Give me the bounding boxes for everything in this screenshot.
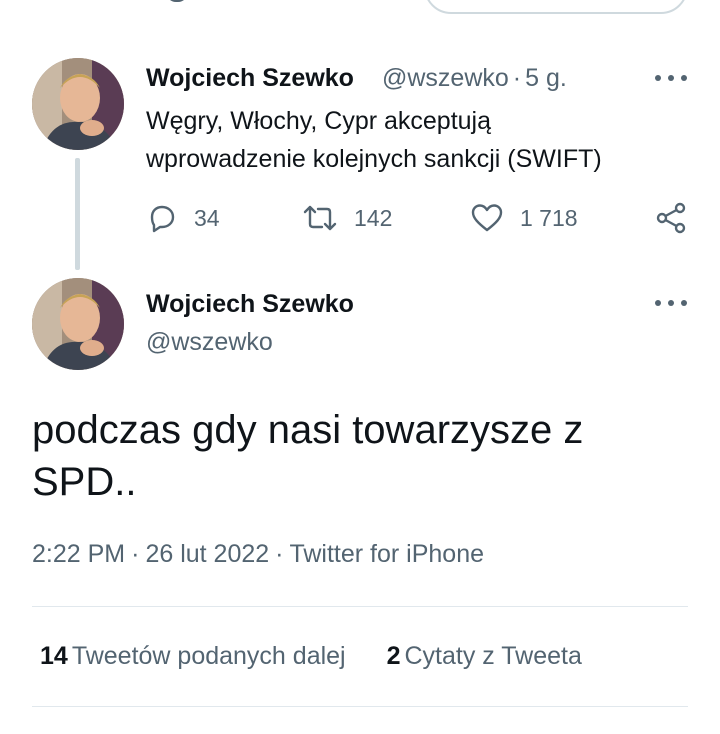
tweet-text-line: Węgry, Włochy, Cypr akceptują (146, 107, 492, 135)
tweet-time[interactable]: 5 g. (525, 64, 567, 92)
author-handle[interactable]: @wszewko (382, 64, 509, 92)
retweet-count: 142 (354, 204, 393, 231)
partial-button[interactable] (424, 0, 688, 14)
divider (32, 606, 688, 607)
tweet-date[interactable]: 26 lut 2022 (145, 540, 269, 568)
like-icon (471, 204, 503, 232)
tweet-source[interactable]: Twitter for iPhone (289, 540, 484, 568)
author-name[interactable]: Wojciech Szewko (146, 64, 354, 93)
tweet-text: podczas gdy nasi towarzysze z SPD.. (32, 404, 692, 508)
tweet-handle-time: @wszewko · 5 g. (382, 64, 567, 93)
thread-connector (75, 158, 80, 270)
tweet-text-line: wprowadzenie kolejnych sankcji (SWIFT) (146, 145, 602, 173)
more-icon[interactable] (655, 73, 687, 83)
retweets-stat[interactable]: 14 Tweetów podanych dalej (40, 642, 346, 670)
author-name[interactable]: Wojciech Szewko (146, 290, 354, 319)
retweets-count: 14 (40, 642, 68, 670)
reply-icon (150, 205, 175, 233)
tweet-text: Węgry, Włochy, Cypr akceptują wprowadzen… (146, 102, 602, 178)
share-icon (656, 202, 686, 234)
like-button[interactable]: 1 718 (470, 198, 578, 238)
divider (32, 706, 688, 707)
tweet-stats: 14 Tweetów podanych dalej 2 Cytaty z Tweet… (40, 642, 616, 671)
tweet-text-line: podczas gdy nasi towarzysze z (32, 408, 584, 452)
avatar[interactable] (32, 278, 124, 370)
retweets-label: Tweetów podanych dalej (71, 642, 346, 670)
more-icon[interactable] (655, 298, 687, 308)
tweet-text-line: SPD.. (32, 460, 137, 504)
like-count: 1 718 (520, 204, 578, 231)
tweet-meta: 2:22 PM · 26 lut 2022 · Twitter for iPhone (32, 540, 484, 569)
separator: · (275, 540, 284, 568)
separator: · (131, 540, 140, 568)
quotes-stat[interactable]: 2 Cytaty z Tweeta (387, 642, 582, 670)
author-handle[interactable]: @wszewko (146, 328, 273, 357)
quotes-label: Cytaty z Tweeta (404, 642, 582, 670)
reply-button[interactable]: 34 (146, 198, 220, 238)
separator: · (512, 64, 522, 92)
quotes-count: 2 (386, 642, 401, 670)
retweet-icon (303, 205, 337, 231)
reply-count: 34 (194, 204, 220, 231)
partial-icon (166, 0, 188, 2)
retweet-button[interactable]: 142 (302, 198, 392, 238)
share-button[interactable] (654, 198, 688, 238)
tweet-time[interactable]: 2:22 PM (32, 540, 125, 568)
avatar[interactable] (32, 58, 124, 150)
